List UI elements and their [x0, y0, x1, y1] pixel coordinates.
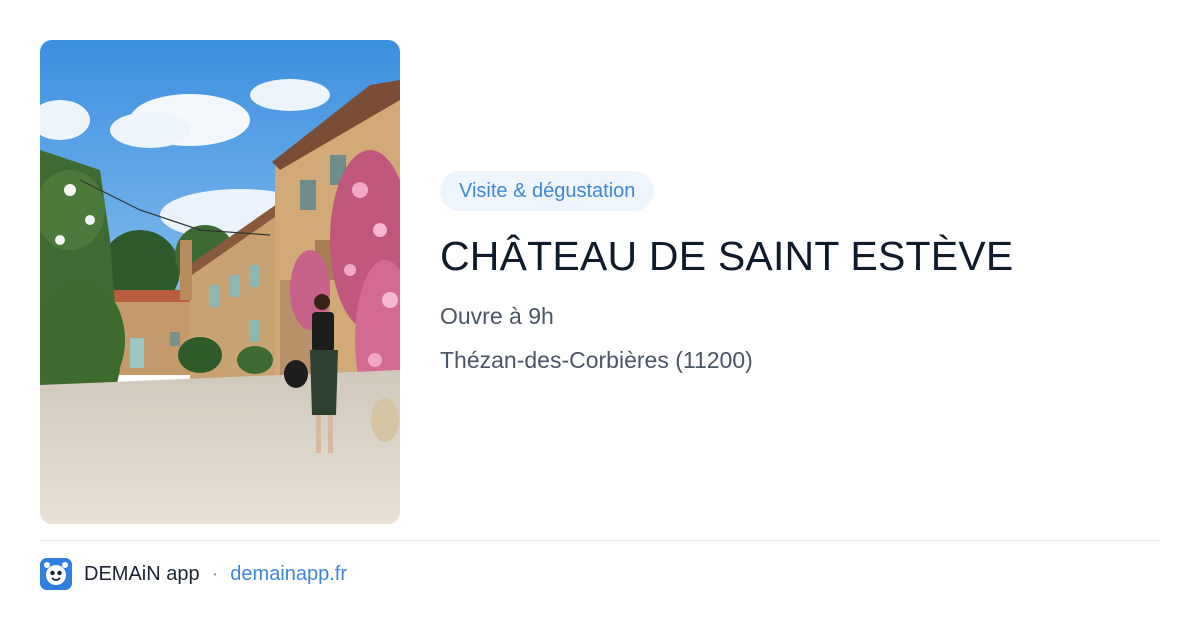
- chateau-photo[interactable]: [40, 40, 400, 524]
- venue-title: CHÂTEAU DE SAINT ESTÈVE: [440, 233, 1014, 279]
- app-url-link[interactable]: demainapp.fr: [230, 563, 347, 586]
- footer-separator: ·: [211, 562, 219, 585]
- venue-location: Thézan-des-Corbières (11200): [440, 347, 753, 373]
- venue-info: Visite & dégustation CHÂTEAU DE SAINT ES…: [440, 171, 1160, 375]
- opening-hours: Ouvre à 9h: [440, 303, 554, 329]
- footer: DEMAiN app · demainapp.fr: [40, 558, 347, 590]
- demain-app-icon: [40, 558, 72, 590]
- category-badge[interactable]: Visite & dégustation: [440, 171, 655, 211]
- chateau-photo-illustration: [40, 40, 400, 524]
- footer-divider: [40, 540, 1160, 541]
- app-name: DEMAiN app: [84, 562, 200, 585]
